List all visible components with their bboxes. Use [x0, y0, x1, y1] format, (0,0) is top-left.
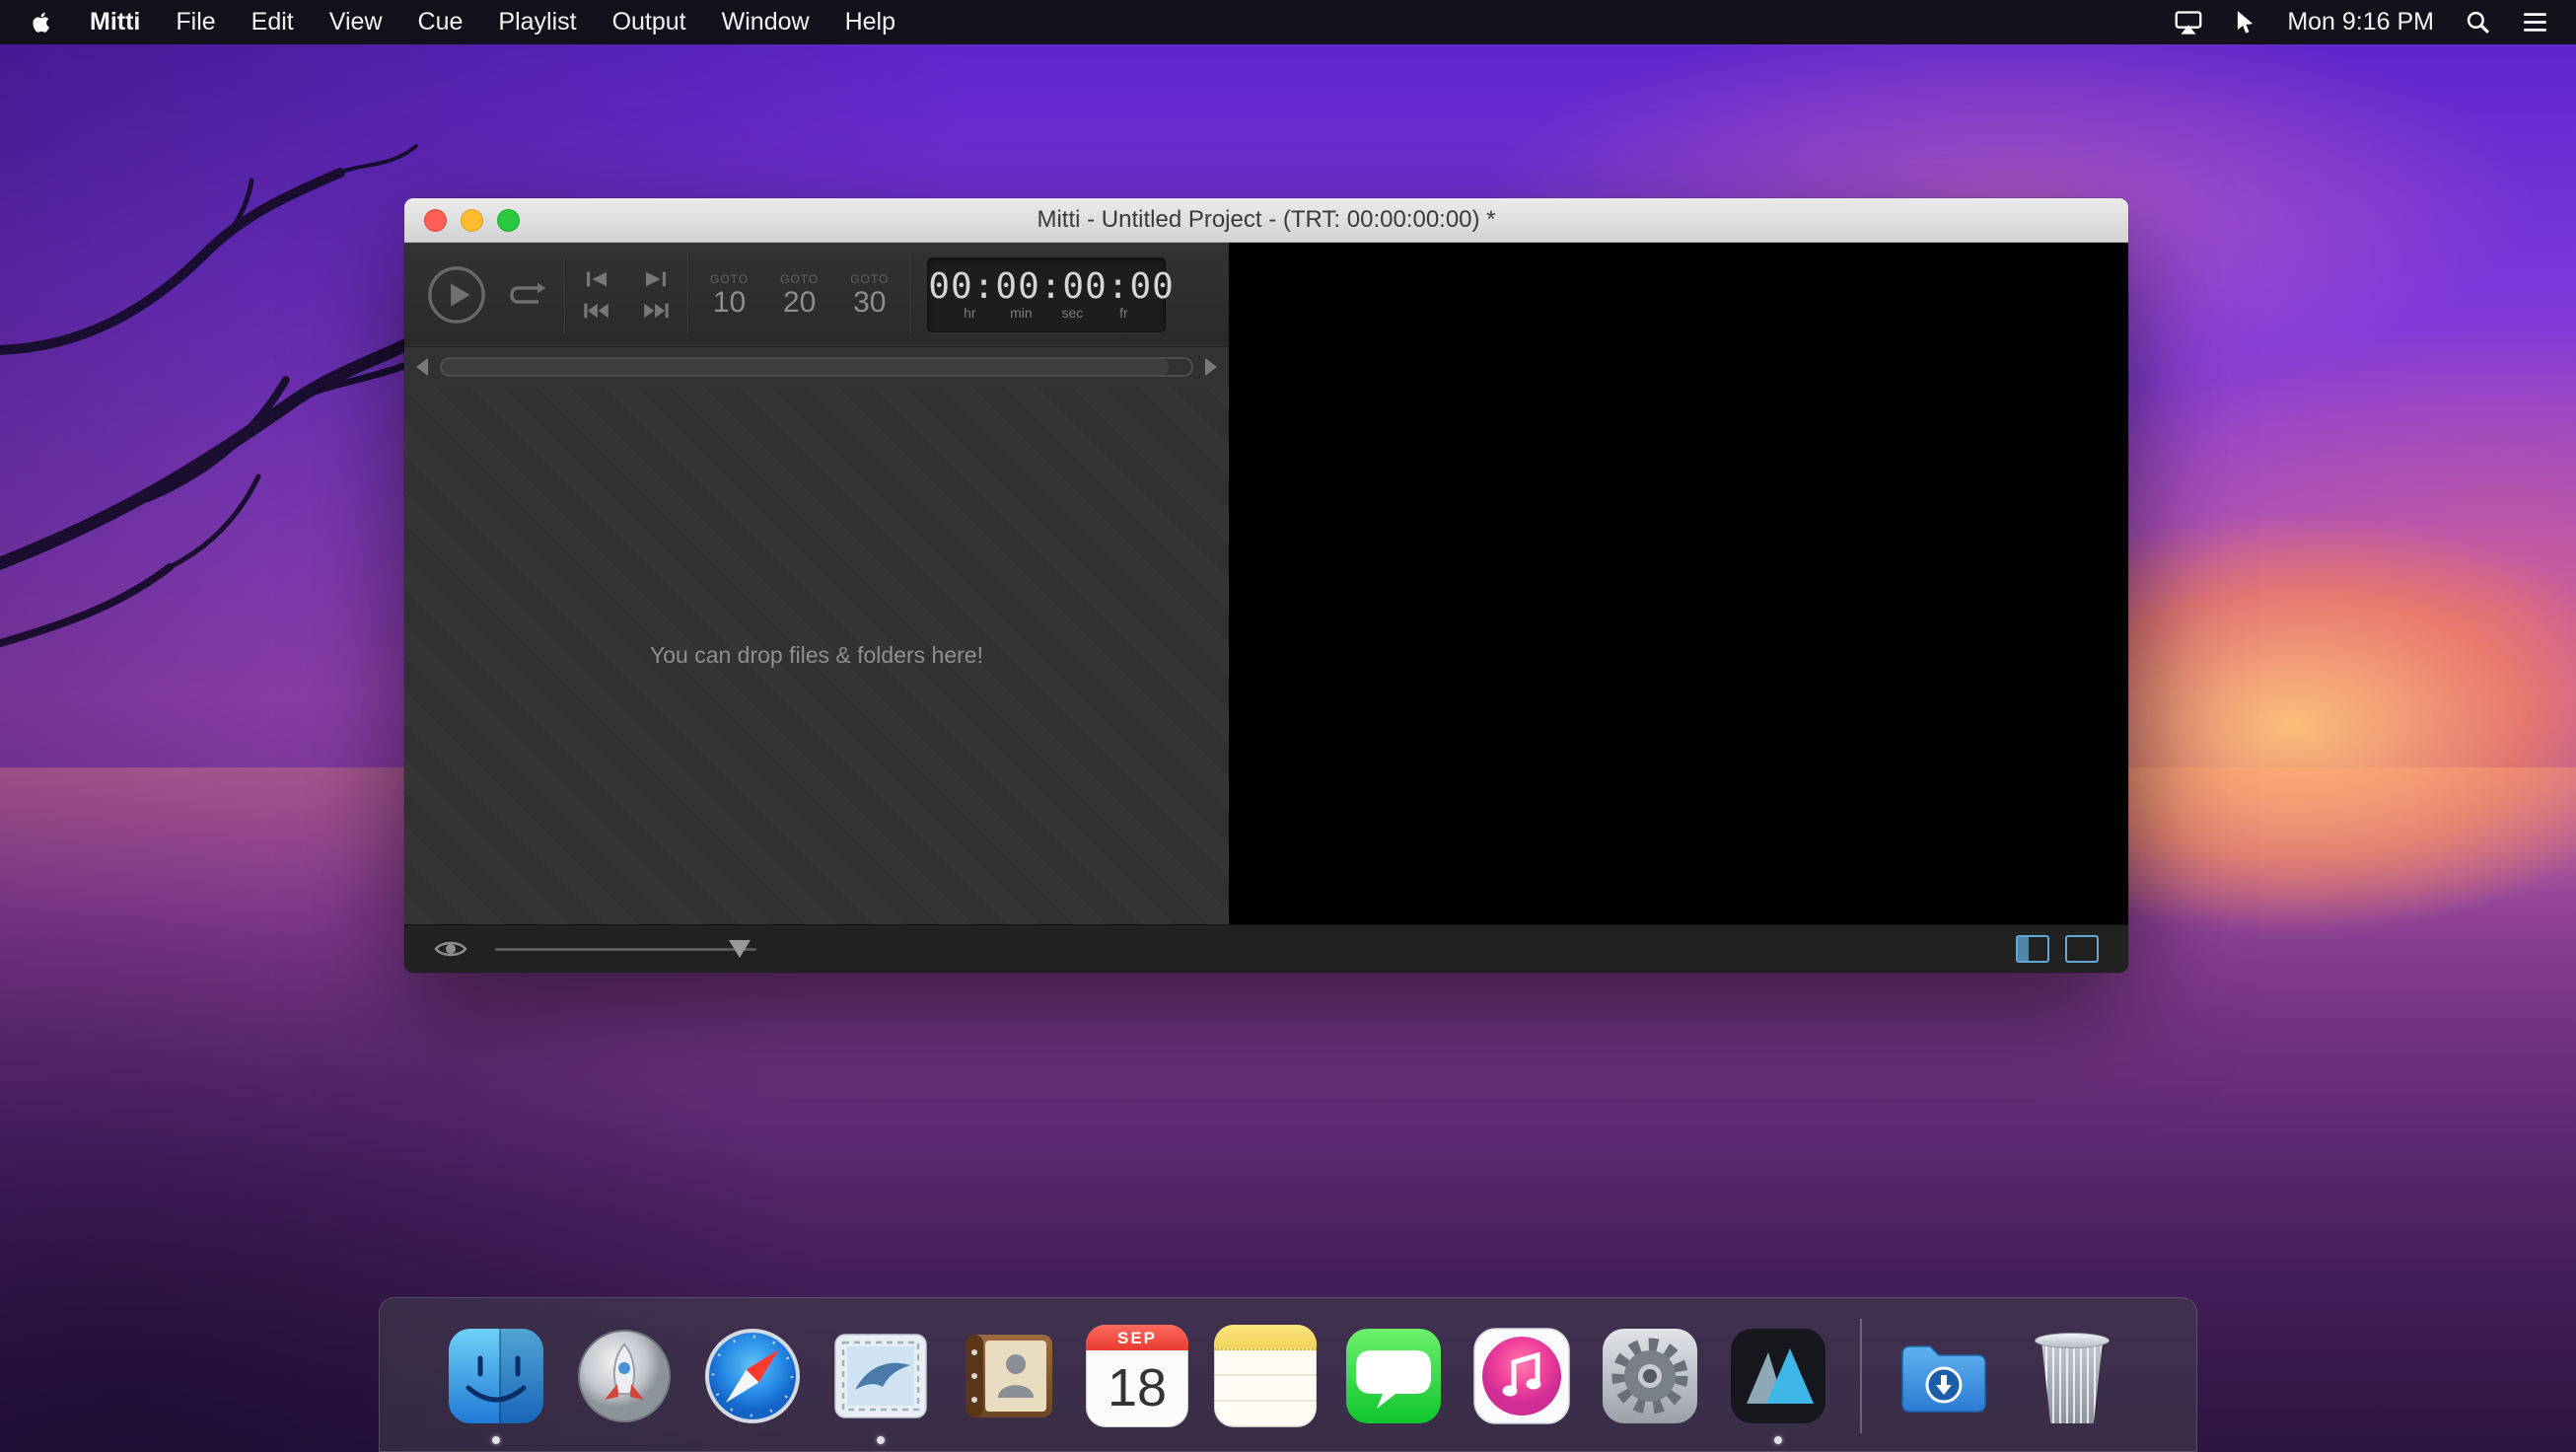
goto-20-button[interactable]: GOTO 20 — [774, 271, 824, 319]
dock-finder[interactable] — [445, 1325, 547, 1427]
system-preferences-icon — [1599, 1325, 1701, 1427]
downloads-folder-icon — [1893, 1325, 1995, 1427]
apple-icon[interactable] — [30, 10, 54, 35]
menu-bar: Mitti File Edit View Cue Playlist Output… — [0, 0, 2576, 44]
toolbar-separator — [910, 256, 911, 333]
dock-notes[interactable] — [1214, 1325, 1317, 1427]
preview-area — [1229, 243, 2128, 924]
calendar-month: SEP — [1086, 1325, 1188, 1350]
cue-list-drop-area[interactable]: You can drop files & folders here! — [404, 387, 1229, 924]
running-indicator — [492, 1436, 500, 1444]
window-controls — [424, 209, 520, 232]
finder-icon — [445, 1325, 547, 1427]
messages-icon — [1342, 1325, 1445, 1427]
menu-playlist[interactable]: Playlist — [498, 8, 576, 36]
window-title: Mitti - Untitled Project - (TRT: 00:00:0… — [404, 206, 2128, 234]
prev-cue-button[interactable] — [583, 269, 610, 289]
dock-mail[interactable] — [829, 1325, 932, 1427]
play-button[interactable] — [426, 264, 487, 326]
timecode-label-min: min — [995, 305, 1046, 321]
loop-button[interactable] — [503, 277, 548, 313]
timecode-label-sec: sec — [1046, 305, 1098, 321]
cue-list-panel: GOTO 10 GOTO 20 GOTO 30 — [404, 243, 1229, 924]
running-indicator — [877, 1436, 885, 1444]
last-cue-button[interactable] — [640, 301, 672, 321]
menu-cue[interactable]: Cue — [418, 8, 464, 36]
dock-system-preferences[interactable] — [1599, 1325, 1701, 1427]
airplay-icon[interactable] — [2175, 10, 2202, 36]
app-menu-title[interactable]: Mitti — [90, 8, 140, 36]
timecode-value: 00:00:00:00 — [928, 268, 1165, 306]
menu-file[interactable]: File — [176, 8, 215, 36]
notification-center-icon[interactable] — [2522, 10, 2548, 35]
trash-icon — [2021, 1325, 2123, 1427]
dock-messages[interactable] — [1342, 1325, 1445, 1427]
dock-calendar[interactable]: SEP 18 — [1086, 1325, 1188, 1427]
dock-downloads[interactable] — [1893, 1325, 1995, 1427]
status-bar — [404, 924, 2128, 973]
itunes-icon — [1470, 1325, 1573, 1427]
dock-separator — [1860, 1319, 1862, 1433]
dock-mitti[interactable] — [1727, 1325, 1829, 1427]
dock: SEP 18 — [379, 1297, 2197, 1452]
dock-launchpad[interactable] — [573, 1325, 676, 1427]
slider-track[interactable] — [495, 948, 756, 951]
layout-preview-toggle-icon[interactable] — [2065, 935, 2099, 963]
menu-view[interactable]: View — [329, 8, 383, 36]
close-button[interactable] — [424, 209, 447, 232]
timecode-label-hr: hr — [944, 305, 995, 321]
timecode-label-fr: fr — [1098, 305, 1149, 321]
launchpad-icon — [573, 1325, 676, 1427]
mail-icon — [829, 1325, 932, 1427]
drop-hint: You can drop files & folders here! — [650, 642, 983, 669]
spotlight-icon[interactable] — [2466, 10, 2490, 35]
zoom-button[interactable] — [497, 209, 520, 232]
notes-icon — [1214, 1325, 1317, 1427]
timecode-labels: hr min sec fr — [928, 305, 1165, 321]
goto-10-button[interactable]: GOTO 10 — [704, 271, 754, 319]
slider-thumb[interactable] — [729, 940, 751, 958]
running-indicator — [1774, 1436, 1782, 1444]
mitti-window: Mitti - Untitled Project - (TRT: 00:00:0… — [404, 198, 2128, 973]
goto-group: GOTO 10 GOTO 20 GOTO 30 — [704, 271, 894, 319]
dock-itunes[interactable] — [1470, 1325, 1573, 1427]
contacts-icon — [958, 1325, 1060, 1427]
menu-window[interactable]: Window — [722, 8, 810, 36]
scrollbar-thumb[interactable] — [442, 359, 1169, 375]
dock-contacts[interactable] — [958, 1325, 1060, 1427]
dock-trash[interactable] — [2021, 1325, 2123, 1427]
scroll-left-arrow-icon[interactable] — [416, 358, 428, 376]
next-cue-button[interactable] — [642, 269, 670, 289]
preview-size-slider[interactable] — [495, 925, 756, 973]
menu-edit[interactable]: Edit — [251, 8, 294, 36]
menu-help[interactable]: Help — [845, 8, 895, 36]
first-cue-button[interactable] — [581, 301, 612, 321]
scrollbar-track[interactable] — [440, 357, 1193, 377]
layout-toggles — [2016, 935, 2099, 963]
transport-toolbar: GOTO 10 GOTO 20 GOTO 30 — [404, 243, 1229, 347]
minimize-button[interactable] — [461, 209, 483, 232]
cue-list-scrollbar[interactable] — [404, 347, 1229, 387]
toolbar-separator — [687, 256, 688, 333]
menu-output[interactable]: Output — [612, 8, 686, 36]
menu-clock[interactable]: Mon 9:16 PM — [2287, 8, 2434, 36]
toolbar-separator — [564, 256, 565, 333]
cue-transport-group — [581, 269, 672, 321]
calendar-day: 18 — [1086, 1350, 1188, 1427]
desktop: Mitti File Edit View Cue Playlist Output… — [0, 0, 2576, 1452]
timecode-display: 00:00:00:00 hr min sec fr — [927, 257, 1166, 332]
mitti-icon — [1727, 1325, 1829, 1427]
goto-30-button[interactable]: GOTO 30 — [844, 271, 894, 319]
scroll-right-arrow-icon[interactable] — [1205, 358, 1217, 376]
safari-icon — [701, 1325, 804, 1427]
title-bar[interactable]: Mitti - Untitled Project - (TRT: 00:00:0… — [404, 198, 2128, 243]
calendar-icon: SEP 18 — [1086, 1325, 1188, 1427]
eye-icon[interactable] — [434, 937, 467, 961]
layout-cuelist-toggle-icon[interactable] — [2016, 935, 2049, 963]
dock-safari[interactable] — [701, 1325, 804, 1427]
pointer-icon[interactable] — [2234, 10, 2255, 36]
